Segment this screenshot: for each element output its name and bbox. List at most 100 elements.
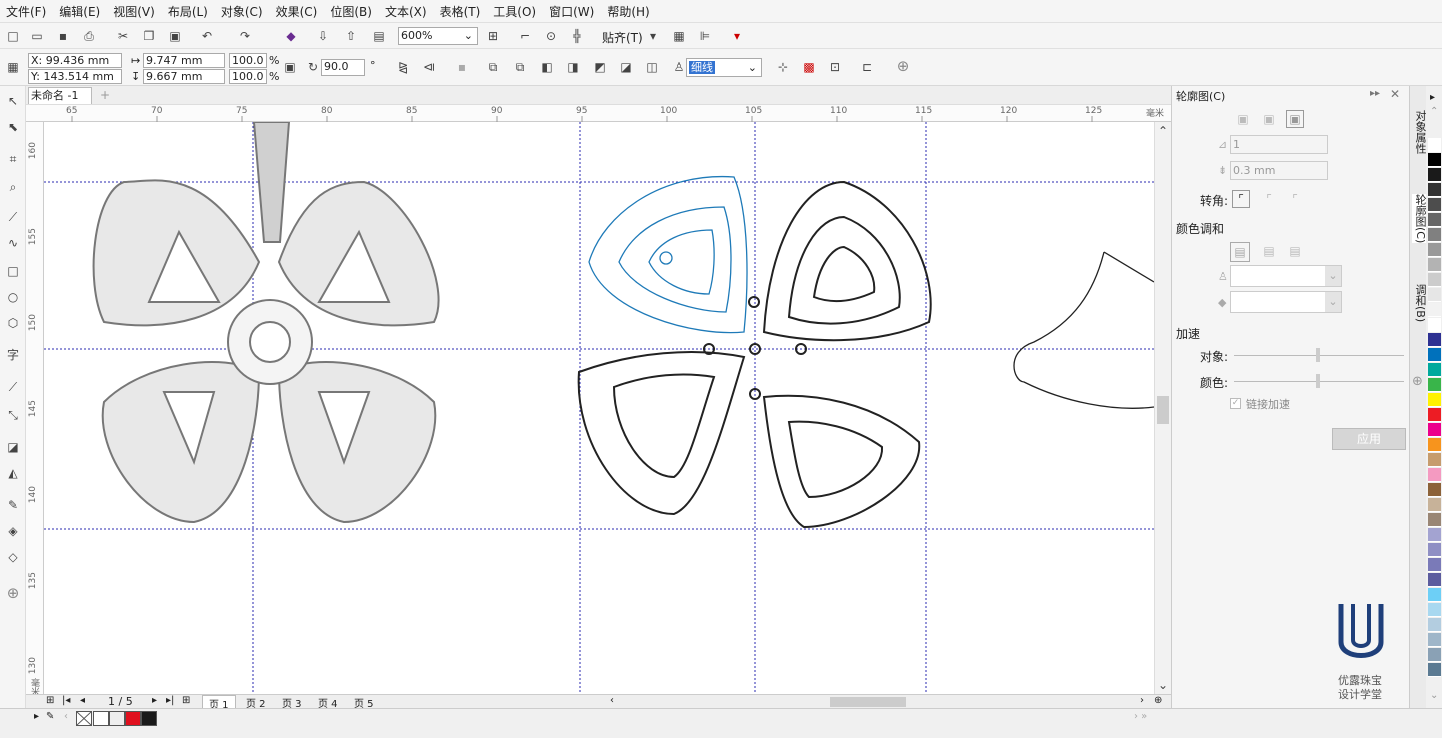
palette-swatch[interactable] xyxy=(1428,663,1441,677)
intersect-icon[interactable]: ◩ xyxy=(593,60,607,74)
palette-swatch[interactable] xyxy=(1428,408,1441,422)
palette-swatch[interactable] xyxy=(1428,528,1441,542)
document-tab[interactable]: 未命名 -1 xyxy=(28,87,92,104)
last-page-icon[interactable]: ▸| xyxy=(166,695,174,706)
palette-swatch[interactable] xyxy=(1428,198,1441,212)
scroll-right-icon[interactable]: › xyxy=(1140,695,1144,706)
chevron-down-icon[interactable]: ⌄ xyxy=(1156,678,1170,692)
palette-swatch[interactable] xyxy=(1428,438,1441,452)
align-distribute-icon[interactable]: ⊹ xyxy=(776,60,790,74)
freehand-tool-icon[interactable]: ⟋ xyxy=(6,210,20,224)
steps-field[interactable]: 1 xyxy=(1230,135,1328,154)
y-position-field[interactable]: Y: 143.514 mm xyxy=(28,69,122,84)
rectangle-tool-icon[interactable]: □ xyxy=(6,264,20,278)
menu-object[interactable]: 对象(C) xyxy=(221,3,263,20)
no-color-swatch[interactable] xyxy=(76,711,92,726)
show-grid-icon[interactable]: ⊙ xyxy=(544,29,558,43)
full-screen-icon[interactable]: ⊞ xyxy=(486,29,500,43)
menu-edit[interactable]: 编辑(E) xyxy=(59,3,100,20)
height-field[interactable]: 9.667 mm xyxy=(143,69,225,84)
apply-button[interactable]: 应用 xyxy=(1332,428,1406,450)
zoom-select[interactable]: 600% ⌄ xyxy=(398,27,478,45)
palette-swatch[interactable] xyxy=(1428,138,1441,152)
outline-color-select[interactable]: ⌄ xyxy=(1230,265,1342,287)
next-page-icon[interactable]: ▸ xyxy=(152,695,157,706)
palette-swatch[interactable] xyxy=(1428,213,1441,227)
add-docker-icon[interactable]: ⊕ xyxy=(1412,374,1423,389)
palette-swatch[interactable] xyxy=(1428,363,1441,377)
palette-swatch[interactable] xyxy=(1428,153,1441,167)
width-field[interactable]: 9.747 mm xyxy=(143,53,225,68)
smart-fill-icon[interactable]: ◇ xyxy=(6,550,20,564)
close-icon[interactable]: ✕ xyxy=(1390,87,1400,101)
save-icon[interactable]: ▪ xyxy=(56,29,70,43)
menu-tools[interactable]: 工具(O) xyxy=(493,3,536,20)
inside-icon[interactable]: ▣ xyxy=(1262,112,1276,126)
slider-thumb[interactable] xyxy=(1316,348,1320,362)
to-center-icon[interactable]: ▣ xyxy=(1236,112,1250,126)
bevel-corner-icon[interactable]: ⌜ xyxy=(1288,192,1302,206)
palette-swatch[interactable] xyxy=(1428,318,1441,332)
palette-swatch[interactable] xyxy=(1428,498,1441,512)
group-icon[interactable]: ⧉ xyxy=(486,60,500,74)
palette-swatch[interactable] xyxy=(1428,483,1441,497)
eyedropper-icon[interactable]: ✎ xyxy=(46,711,54,722)
redo-icon[interactable]: ↷ xyxy=(238,29,252,43)
drawing-canvas[interactable] xyxy=(44,122,1154,694)
palette-swatch[interactable] xyxy=(1428,273,1441,287)
zoom-fit-icon[interactable]: ⊕ xyxy=(1154,695,1162,706)
palette-swatch[interactable] xyxy=(1428,348,1441,362)
export-icon[interactable]: ⇧ xyxy=(344,29,358,43)
text-tool-icon[interactable]: 字 xyxy=(6,348,20,362)
ungroup-icon[interactable]: ⧉ xyxy=(513,60,527,74)
print-icon[interactable]: ⎙ xyxy=(82,29,96,43)
palette-swatch[interactable] xyxy=(1428,168,1441,182)
snap-to-button[interactable]: 贴齐(T) xyxy=(602,29,643,46)
wrap-text-icon[interactable]: ▩ xyxy=(802,60,816,74)
menu-view[interactable]: 视图(V) xyxy=(113,3,155,20)
new-tab-icon[interactable]: + xyxy=(98,88,112,102)
import-icon[interactable]: ⇩ xyxy=(316,29,330,43)
palette-expand-icon[interactable]: ▸ xyxy=(34,711,39,722)
menu-table[interactable]: 表格(T) xyxy=(440,3,481,20)
chevron-up-icon[interactable]: ⌃ xyxy=(1156,124,1170,138)
palette-swatch[interactable] xyxy=(1428,558,1441,572)
palette-swatch[interactable] xyxy=(1428,228,1441,242)
connector-tool-icon[interactable]: ⤡ xyxy=(6,408,20,422)
x-position-field[interactable]: X: 99.436 mm xyxy=(28,53,122,68)
front-minus-back-icon[interactable]: ◫ xyxy=(645,60,659,74)
menu-effects[interactable]: 效果(C) xyxy=(276,3,318,20)
ellipse-tool-icon[interactable]: ○ xyxy=(6,290,20,304)
add-icon[interactable]: ⊕ xyxy=(896,59,910,74)
miter-corner-icon[interactable]: ⌜ xyxy=(1232,190,1250,208)
palette-swatch[interactable] xyxy=(1428,423,1441,437)
palette-swatch[interactable] xyxy=(1428,588,1441,602)
add-tool-icon[interactable]: ⊕ xyxy=(6,586,20,601)
paste-icon[interactable]: ▣ xyxy=(168,29,182,43)
palette-swatch[interactable] xyxy=(1428,288,1441,302)
mirror-horizontal-icon[interactable]: ⧎ xyxy=(396,60,410,74)
add-page-end-icon[interactable]: ⊞ xyxy=(182,695,190,706)
new-icon[interactable]: □ xyxy=(6,29,20,43)
round-corner-icon[interactable]: ⌜ xyxy=(1262,192,1276,206)
pick-tool-icon[interactable]: ↖ xyxy=(6,94,20,108)
launch-icon[interactable]: ▾ xyxy=(730,29,744,43)
object-origin-icon[interactable]: ▦ xyxy=(6,60,20,74)
offset-field[interactable]: 0.3 mm xyxy=(1230,161,1328,180)
palette-swatch[interactable] xyxy=(1428,183,1441,197)
horizontal-scroll-thumb[interactable] xyxy=(830,697,906,707)
polygon-tool-icon[interactable]: ⬡ xyxy=(6,316,20,330)
interactive-fill-icon[interactable]: ◈ xyxy=(6,524,20,538)
prev-page-icon[interactable]: ◂ xyxy=(80,695,85,706)
artistic-media-icon[interactable]: ∿ xyxy=(6,236,20,250)
palette-swatch[interactable] xyxy=(1428,633,1441,647)
to-front-icon[interactable]: ⊏ xyxy=(860,60,874,74)
palette-swatch[interactable] xyxy=(1428,573,1441,587)
menu-text[interactable]: 文本(X) xyxy=(385,3,427,20)
options-icon[interactable]: ▦ xyxy=(672,29,686,43)
copy-icon[interactable]: ❐ xyxy=(142,29,156,43)
lock-ratio-icon[interactable]: ▣ xyxy=(283,60,297,74)
fill-color-select[interactable]: ⌄ xyxy=(1230,291,1342,313)
publish-pdf-icon[interactable]: ▤ xyxy=(372,29,386,43)
palette-swatch[interactable] xyxy=(1428,618,1441,632)
